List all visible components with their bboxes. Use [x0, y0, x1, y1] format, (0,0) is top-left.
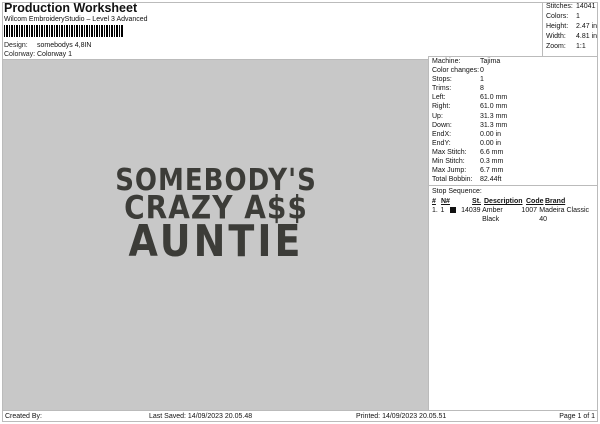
info-value: 31.3 mm: [480, 121, 508, 129]
page-title: Production Worksheet: [4, 1, 138, 15]
info-row: Total Bobbin: 82.44ft: [429, 175, 598, 184]
info-row: Left: 61.0 mm: [429, 93, 598, 102]
info-value: Tajima: [480, 58, 501, 65]
info-value: 0.00 in: [480, 139, 502, 147]
info-row: EndX: 0.00 in: [429, 130, 598, 139]
info-row: Up: 31.3 mm: [429, 112, 598, 121]
stat-value: 1:1: [576, 43, 586, 50]
stat-row: Width: 4.81 in: [543, 32, 598, 42]
page-number: Page 1 of 1: [559, 413, 595, 420]
table-row: 1. 1 14039 Amber Black 1007 Madeira Clas…: [432, 206, 595, 224]
info-row: Max Jump: 6.7 mm: [429, 166, 598, 175]
colorway-label: Colorway:: [4, 51, 36, 58]
info-value: 61.0 mm: [480, 94, 508, 102]
info-row: Stops: 1: [429, 75, 598, 84]
info-label: Min Stitch:: [432, 158, 465, 166]
stat-row: Height: 2.47 in: [543, 22, 598, 32]
design-preview: SOMEBODY'S CRAZY A$$ AUNTIE: [3, 60, 428, 410]
created-by: Created By:: [5, 413, 42, 420]
stat-label: Height:: [546, 23, 569, 30]
info-value: 31.3 mm: [480, 112, 508, 120]
col-num: #: [432, 198, 436, 206]
printed-date: Printed: 14/09/2023 20.05.51: [356, 413, 447, 420]
col-description: Description: [484, 198, 523, 206]
barcode: [4, 25, 124, 37]
last-saved: Last Saved: 14/09/2023 20.05.48: [149, 413, 253, 420]
info-label: Trims:: [432, 85, 452, 93]
info-value: 6.6 mm: [480, 148, 504, 156]
info-label: Down:: [432, 121, 452, 129]
info-value: 61.0 mm: [480, 103, 508, 111]
row-brand: Madeira Classic 40: [539, 207, 590, 224]
info-label: Right:: [432, 103, 451, 111]
colorway-value: Colorway 1: [37, 51, 73, 58]
info-label: Up:: [432, 112, 443, 120]
stat-value: 2.47 in: [576, 23, 598, 30]
row-n: 1: [440, 207, 445, 215]
row-code: 1007: [521, 207, 537, 215]
info-value: 1: [480, 76, 484, 84]
row-num: 1.: [432, 207, 438, 215]
stop-sequence-label: Stop Sequence:: [432, 188, 482, 196]
footer: Created By: Last Saved: 14/09/2023 20.05…: [2, 410, 598, 422]
info-row: EndY: 0.00 in: [429, 139, 598, 148]
stat-row: Zoom: 1:1: [543, 42, 598, 52]
info-label: EndX:: [432, 130, 452, 138]
info-value: 82.44ft: [480, 176, 502, 184]
info-label: Color changes:: [432, 67, 480, 75]
info-label: Max Jump:: [432, 167, 467, 175]
info-row: Down: 31.3 mm: [429, 121, 598, 130]
info-label: Stops:: [432, 76, 452, 84]
info-label: EndY:: [432, 139, 451, 147]
col-stitches: St.: [472, 198, 481, 206]
stats-panel: Stitches: 14041 Colors: 1 Height: 2.47 in W…: [542, 2, 598, 56]
stat-value: 1: [576, 13, 580, 20]
color-swatch: [449, 207, 456, 214]
info-value: 0: [480, 67, 484, 75]
info-row: Max Stitch: 6.6 mm: [429, 148, 598, 157]
info-label: Left:: [432, 94, 446, 102]
embroidery-design: SOMEBODY'S CRAZY A$$ AUNTIE: [91, 166, 341, 267]
stat-label: Zoom:: [546, 43, 566, 50]
stat-label: Colors:: [546, 13, 569, 20]
info-row: Color changes: 0: [429, 66, 598, 75]
row-description: Amber Black: [482, 207, 503, 224]
info-row: Right: 61.0 mm: [429, 102, 598, 111]
col-code: Code: [526, 198, 544, 206]
info-label: Total Bobbin:: [432, 176, 473, 184]
stop-sequence: Stop Sequence: # N# St. Description Code…: [429, 185, 598, 224]
info-value: 0.00 in: [480, 130, 502, 138]
info-row: Min Stitch: 0.3 mm: [429, 157, 598, 166]
stat-value: 14041: [576, 3, 596, 10]
design-line-3: AUNTIE: [128, 215, 304, 267]
info-label: Machine:: [432, 58, 461, 65]
info-value: 8: [480, 85, 484, 93]
stop-table-header: # N# St. Description Code Brand: [432, 197, 595, 206]
design-value: somebodys 4,8IN: [37, 42, 92, 49]
info-value: 0.3 mm: [480, 158, 504, 166]
stat-value: 4.81 in: [576, 33, 598, 40]
row-stitches: 14039: [461, 207, 481, 215]
info-row: Trims: 8: [429, 84, 598, 93]
col-brand: Brand: [545, 198, 566, 206]
info-label: Max Stitch:: [432, 148, 467, 156]
info-panel: Machine: Tajima Color changes: 0 Stops: 1 Trim…: [428, 56, 598, 410]
stat-row: Stitches: 14041: [543, 2, 598, 12]
info-row: Machine: Tajima: [429, 57, 598, 66]
info-value: 6.7 mm: [480, 167, 504, 175]
software-name: Wilcom EmbroideryStudio – Level 3 Advanc…: [4, 16, 148, 23]
design-label: Design:: [4, 42, 28, 49]
col-n: N#: [441, 198, 450, 206]
stat-label: Stitches:: [546, 3, 573, 10]
machine-info: Machine: Tajima Color changes: 0 Stops: 1 Trim…: [429, 57, 598, 184]
stat-label: Width:: [546, 33, 566, 40]
stat-row: Colors: 1: [543, 12, 598, 22]
